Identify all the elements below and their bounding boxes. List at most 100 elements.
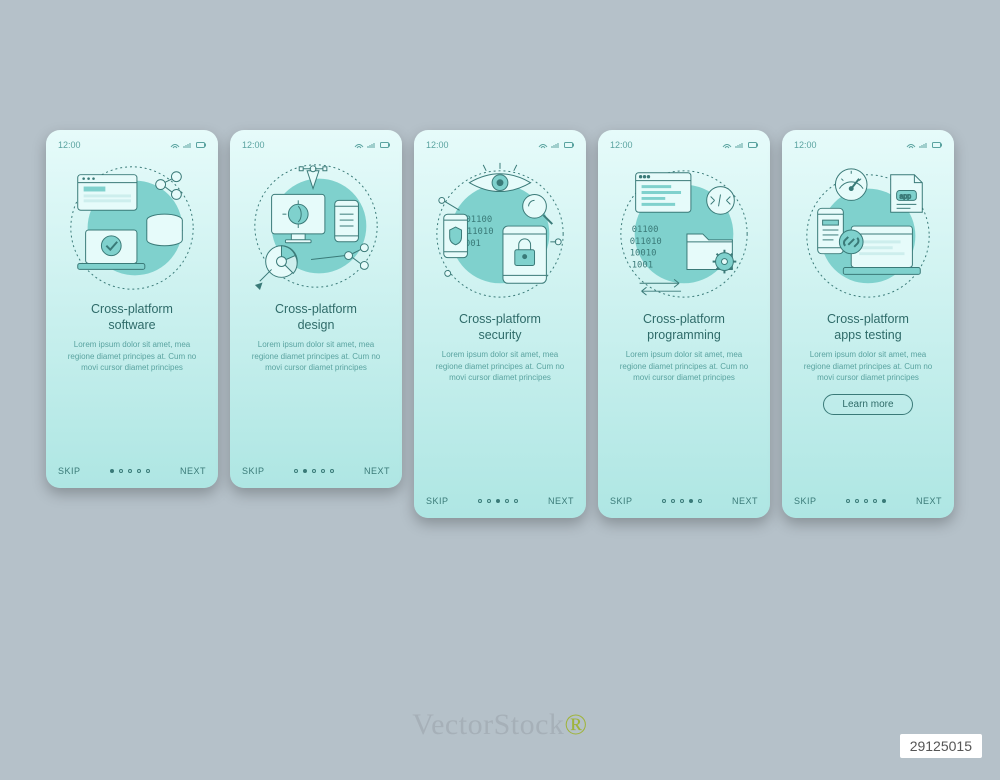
battery-icon	[196, 141, 206, 149]
page-dot[interactable]	[330, 469, 334, 473]
illustration-testing: app	[794, 156, 942, 306]
page-dot[interactable]	[146, 469, 150, 473]
page-dot[interactable]	[671, 499, 675, 503]
status-icons	[538, 141, 574, 149]
screen-body: Lorem ipsum dolor sit amet, mea regione …	[242, 339, 390, 374]
status-bar: 12:00	[242, 140, 390, 150]
page-dots	[846, 499, 886, 503]
status-bar: 12:00	[426, 140, 574, 150]
clock: 12:00	[794, 140, 817, 150]
wifi-icon	[538, 141, 548, 149]
nav-row: SKIP NEXT	[242, 466, 390, 476]
status-bar: 12:00	[58, 140, 206, 150]
page-dots	[294, 469, 334, 473]
screen-title: Cross-platformsoftware	[58, 302, 206, 333]
screen-title: Cross-platformdesign	[242, 302, 390, 333]
page-dot[interactable]	[846, 499, 850, 503]
page-dot[interactable]	[487, 499, 491, 503]
screen-body: Lorem ipsum dolor sit amet, mea regione …	[58, 339, 206, 374]
skip-button[interactable]: SKIP	[794, 496, 817, 506]
illustration-programming: 01100 011010 10010 1001	[610, 156, 758, 306]
wifi-icon	[722, 141, 732, 149]
screen-body: Lorem ipsum dolor sit amet, mea regione …	[610, 349, 758, 384]
wifi-icon	[170, 141, 180, 149]
page-dot[interactable]	[698, 499, 702, 503]
nav-row: SKIP NEXT	[58, 466, 206, 476]
next-button[interactable]: NEXT	[180, 466, 206, 476]
page-dot[interactable]	[864, 499, 868, 503]
page-dot[interactable]	[321, 469, 325, 473]
phone-screen-testing: 12:00	[782, 130, 954, 518]
battery-icon	[564, 141, 574, 149]
page-dot[interactable]	[478, 499, 482, 503]
page-dot[interactable]	[689, 499, 693, 503]
status-icons	[906, 141, 942, 149]
status-bar: 12:00	[610, 140, 758, 150]
onboarding-screens: 12:00	[0, 0, 1000, 518]
screen-body: Lorem ipsum dolor sit amet, mea regione …	[794, 349, 942, 384]
svg-text:10010: 10010	[630, 249, 657, 259]
clock: 12:00	[242, 140, 265, 150]
nav-row: SKIP NEXT	[794, 496, 942, 506]
page-dot[interactable]	[110, 469, 114, 473]
signal-icon	[551, 141, 561, 149]
page-dot[interactable]	[662, 499, 666, 503]
svg-text:011010: 011010	[630, 237, 662, 247]
svg-text:01100: 01100	[632, 225, 659, 235]
page-dots	[662, 499, 702, 503]
page-dot[interactable]	[873, 499, 877, 503]
page-dot[interactable]	[312, 469, 316, 473]
clock: 12:00	[610, 140, 633, 150]
page-dot[interactable]	[294, 469, 298, 473]
page-dot[interactable]	[680, 499, 684, 503]
skip-button[interactable]: SKIP	[242, 466, 265, 476]
status-icons	[722, 141, 758, 149]
page-dot[interactable]	[514, 499, 518, 503]
phone-screen-programming: 12:00	[598, 130, 770, 518]
battery-icon	[380, 141, 390, 149]
page-dot[interactable]	[303, 469, 307, 473]
signal-icon	[735, 141, 745, 149]
page-dot[interactable]	[496, 499, 500, 503]
next-button[interactable]: NEXT	[364, 466, 390, 476]
phone-screen-design: 12:00	[230, 130, 402, 488]
watermark-text: VectorStock®	[0, 708, 1000, 742]
next-button[interactable]: NEXT	[548, 496, 574, 506]
page-dot[interactable]	[505, 499, 509, 503]
svg-text:01100: 01100	[465, 215, 492, 225]
asset-id: 29125015	[900, 734, 982, 758]
page-dot[interactable]	[137, 469, 141, 473]
status-icons	[170, 141, 206, 149]
page-dot[interactable]	[855, 499, 859, 503]
next-button[interactable]: NEXT	[732, 496, 758, 506]
phone-screen-software: 12:00	[46, 130, 218, 488]
skip-button[interactable]: SKIP	[426, 496, 449, 506]
battery-icon	[748, 141, 758, 149]
status-icons	[354, 141, 390, 149]
svg-text:1001: 1001	[632, 261, 653, 271]
svg-text:app: app	[900, 193, 912, 200]
clock: 12:00	[58, 140, 81, 150]
illustration-security: 01100 011010 1001	[426, 156, 574, 306]
battery-icon	[932, 141, 942, 149]
signal-icon	[183, 141, 193, 149]
learn-more-button[interactable]: Learn more	[823, 394, 912, 415]
page-dots	[478, 499, 518, 503]
page-dot[interactable]	[128, 469, 132, 473]
wifi-icon	[354, 141, 364, 149]
nav-row: SKIP NEXT	[426, 496, 574, 506]
nav-row: SKIP NEXT	[610, 496, 758, 506]
screen-title: Cross-platformsecurity	[426, 312, 574, 343]
signal-icon	[919, 141, 929, 149]
skip-button[interactable]: SKIP	[610, 496, 633, 506]
status-bar: 12:00	[794, 140, 942, 150]
screen-title: Cross-platformprogramming	[610, 312, 758, 343]
next-button[interactable]: NEXT	[916, 496, 942, 506]
page-dot[interactable]	[882, 499, 886, 503]
illustration-design	[242, 156, 390, 296]
skip-button[interactable]: SKIP	[58, 466, 81, 476]
screen-body: Lorem ipsum dolor sit amet, mea regione …	[426, 349, 574, 384]
clock: 12:00	[426, 140, 449, 150]
signal-icon	[367, 141, 377, 149]
page-dot[interactable]	[119, 469, 123, 473]
